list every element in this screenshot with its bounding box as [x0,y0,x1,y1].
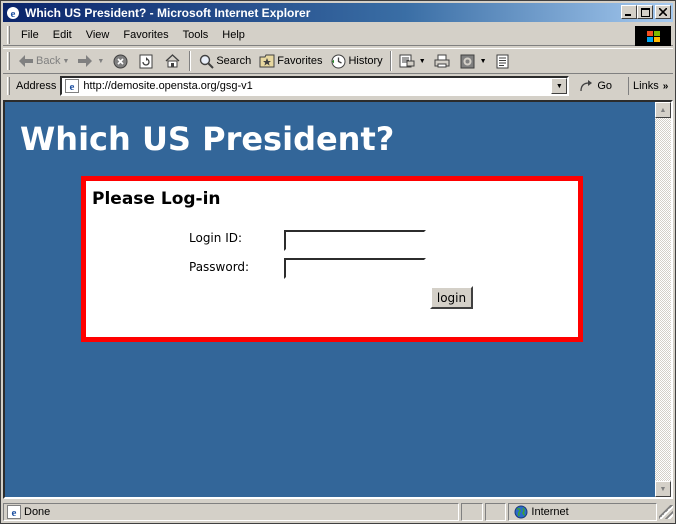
login-panel: Please Log-in Login ID: Password: login [81,176,583,342]
chevron-right-icon: » [662,80,669,92]
document-icon [495,53,511,69]
refresh-button[interactable] [134,50,160,72]
menu-view[interactable]: View [79,27,117,43]
links-label: Links [633,80,659,92]
back-button[interactable]: Back ▼ [14,50,73,72]
resize-grip[interactable] [659,505,673,519]
chevron-down-icon[interactable]: ▼ [480,58,487,65]
history-icon [330,53,346,69]
svg-text:e: e [12,507,17,519]
status-security-panel [484,503,507,521]
mail-button[interactable]: ▼ [395,50,430,72]
chevron-up-icon: ▲ [659,106,667,114]
standard-toolbar: Back ▼ ▼ Search Favorites History ▼ ▼ [3,48,673,74]
maximize-icon [640,7,650,17]
close-icon [659,8,667,16]
toolbar-grip[interactable] [7,52,10,70]
menu-favorites[interactable]: Favorites [116,27,175,43]
chevron-down-icon[interactable]: ▼ [419,58,426,65]
discuss-button[interactable] [491,50,517,72]
chevron-down-icon: ▼ [659,485,667,493]
browser-window: e Which US President? - Microsoft Intern… [0,0,676,524]
menu-tools[interactable]: Tools [176,27,216,43]
windows-throbber [635,26,671,46]
print-button[interactable] [430,50,456,72]
status-bar: e Done Internet [3,502,673,522]
go-arrow-icon [579,78,595,94]
favorites-label: Favorites [277,55,323,67]
window-title: Which US President? - Microsoft Internet… [25,5,311,20]
forward-arrow-icon [77,53,93,69]
password-label: Password: [189,260,250,274]
home-icon [164,53,180,69]
maximize-button[interactable] [637,5,653,19]
svg-text:e: e [11,8,16,20]
globe-icon [513,504,529,520]
refresh-icon [138,53,154,69]
ie-logo-icon: e [5,5,21,21]
chevron-down-icon[interactable]: ▼ [62,58,69,65]
close-button[interactable] [655,5,671,19]
login-id-input[interactable] [284,230,426,251]
toolbar-grip[interactable] [7,77,10,95]
forward-button[interactable]: ▼ [73,50,108,72]
page-done-icon: e [6,504,22,520]
favorites-button[interactable]: Favorites [255,50,326,72]
ie-page-icon: e [64,78,80,94]
stop-icon [112,53,128,69]
history-label: History [348,55,383,67]
windows-logo-icon [646,30,660,42]
security-zone-panel[interactable]: Internet [508,503,658,521]
scroll-down-button[interactable]: ▼ [655,481,671,497]
search-button[interactable]: Search [194,50,255,72]
address-url: http://demosite.opensta.org/gsg-v1 [83,80,253,92]
status-progress-panel [461,503,483,521]
printer-icon [434,53,450,69]
title-bar: e Which US President? - Microsoft Intern… [3,3,673,22]
minimize-icon [625,14,631,16]
scroll-up-button[interactable]: ▲ [655,102,671,118]
address-bar: Address e http://demosite.opensta.org/gs… [3,75,673,97]
menu-edit[interactable]: Edit [46,27,79,43]
toolbar-grip[interactable] [7,25,10,44]
browser-viewport: Which US President? Please Log-in Login … [3,100,673,499]
page-title: Which US President? [20,120,395,158]
menu-file[interactable]: File [14,27,46,43]
address-dropdown-button[interactable]: ▼ [551,78,568,94]
back-label: Back [36,55,61,67]
web-page: Which US President? Please Log-in Login … [5,102,655,497]
home-button[interactable] [160,50,186,72]
stop-button[interactable] [108,50,134,72]
back-arrow-icon [18,53,34,69]
status-panel: e Done [3,503,460,521]
toolbar-separator [389,51,392,71]
address-label: Address [16,80,57,92]
edit-page-icon [460,53,476,69]
menu-bar: File Edit View Favorites Tools Help [3,24,673,46]
vertical-scrollbar[interactable]: ▲ ▼ [655,102,671,497]
chevron-down-icon[interactable]: ▼ [97,58,104,65]
status-text: Done [24,506,51,518]
chevron-down-icon: ▼ [555,82,563,90]
zone-label: Internet [531,506,569,518]
search-label: Search [216,55,252,67]
address-input[interactable]: e http://demosite.opensta.org/gsg-v1 ▼ [60,76,570,96]
go-label: Go [597,80,613,92]
mail-icon [399,53,415,69]
links-toolbar[interactable]: Links » [628,77,668,95]
svg-text:e: e [70,81,75,93]
menu-help[interactable]: Help [215,27,252,43]
login-button[interactable]: login [430,286,473,309]
login-id-label: Login ID: [189,231,243,245]
minimize-button[interactable] [621,5,637,19]
favorites-folder-icon [259,53,275,69]
search-icon [198,53,214,69]
go-button[interactable]: Go [577,78,614,94]
password-input[interactable] [284,258,426,279]
edit-button[interactable]: ▼ [456,50,491,72]
login-heading: Please Log-in [92,189,221,209]
toolbar-separator [189,51,192,71]
history-button[interactable]: History [326,50,386,72]
